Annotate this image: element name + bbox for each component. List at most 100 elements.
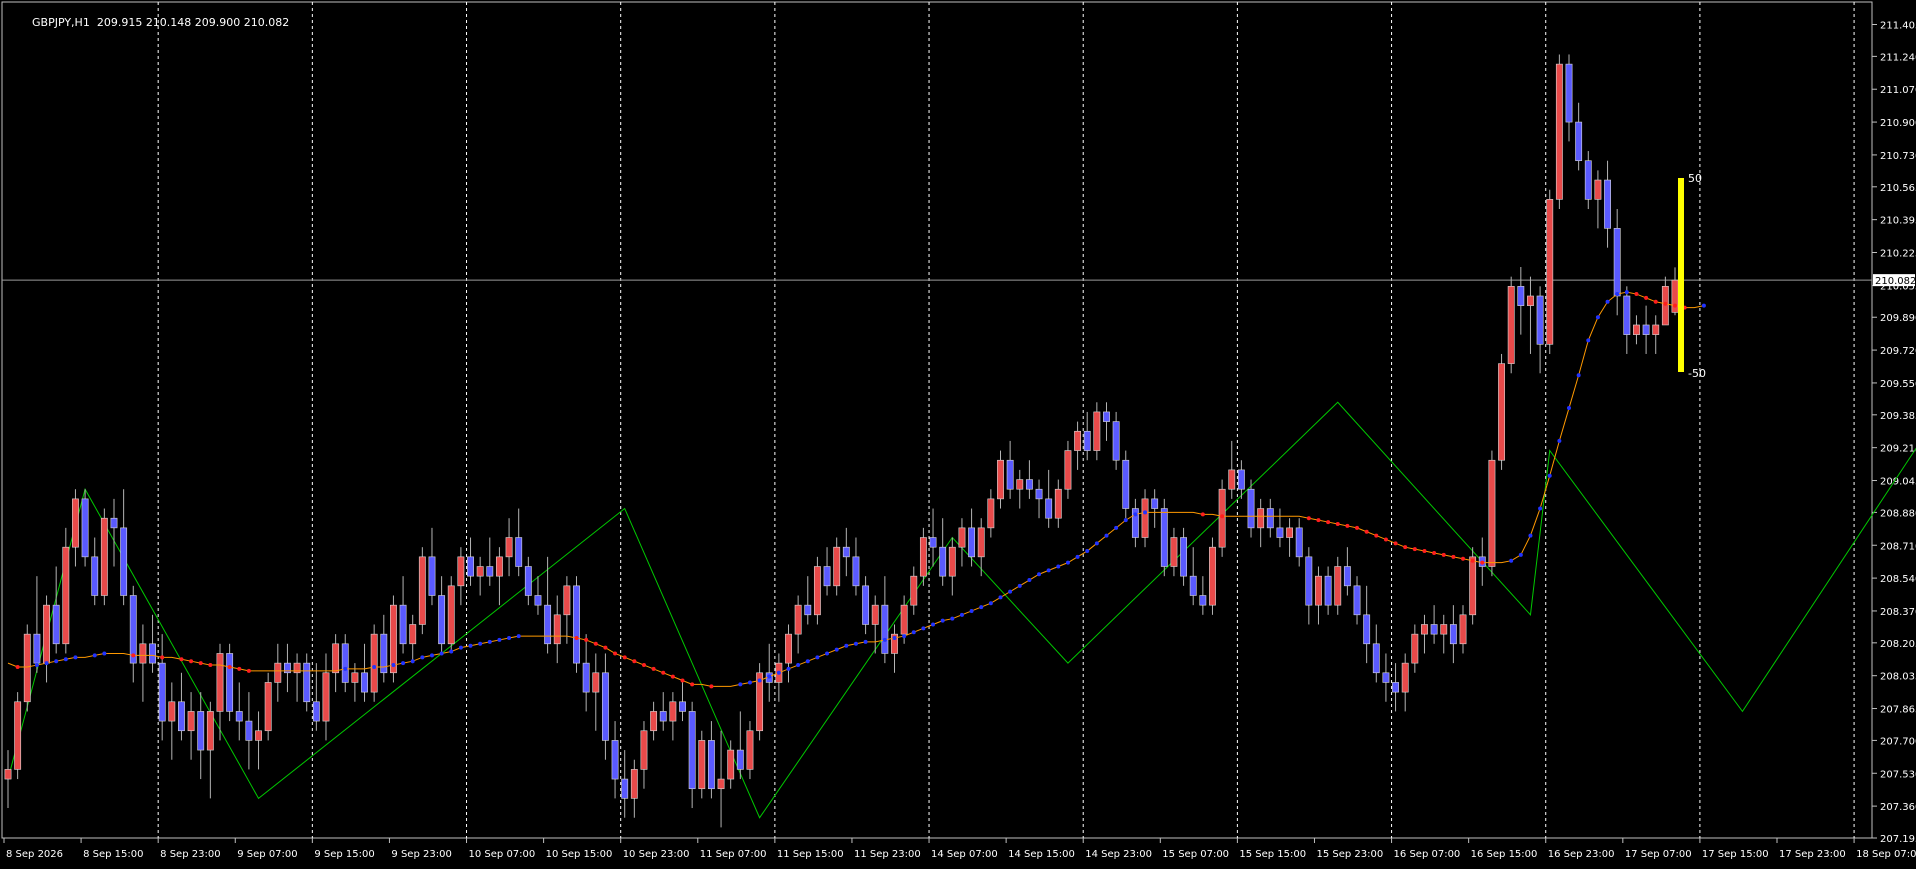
candle-body (1546, 199, 1554, 345)
candle (1266, 498, 1274, 538)
candle-body (1536, 295, 1544, 345)
y-tick-label: 208.540 (1880, 574, 1916, 585)
ma-down-marker (613, 651, 618, 656)
candle (1343, 547, 1351, 596)
candle (1661, 276, 1669, 326)
ma-up-marker (92, 653, 97, 658)
candle-body (1642, 324, 1650, 335)
y-tick-label: 210.225 (1880, 249, 1916, 260)
candle-body (4, 769, 12, 780)
candle (1199, 576, 1207, 615)
y-tick-label: 209.550 (1880, 379, 1916, 390)
candle (707, 721, 715, 799)
x-tick-label: 11 Sep 15:00 (777, 849, 844, 860)
ma-up-marker (429, 653, 434, 658)
candle-body (900, 604, 908, 635)
candle-body (611, 740, 619, 780)
candle (1604, 160, 1611, 248)
candle-body (341, 643, 349, 683)
ma-down-marker (1470, 558, 1475, 563)
candle-body (736, 749, 744, 770)
x-tick-label: 10 Sep 15:00 (546, 849, 613, 860)
x-tick-label: 17 Sep 07:00 (1625, 849, 1692, 860)
ma-down-marker (1326, 520, 1331, 525)
candle-body (1006, 459, 1014, 490)
ma-down-marker (227, 664, 232, 669)
candle (14, 692, 22, 780)
candle-body (178, 701, 185, 732)
candle-body (659, 711, 667, 722)
candle (1652, 315, 1660, 354)
candle-body (871, 604, 879, 625)
chart-window[interactable]: GBPJPY,H1 209.915 210.148 209.900 210.08… (0, 0, 1916, 865)
ma-up-marker (1085, 549, 1090, 554)
candle-body (235, 711, 243, 722)
ma-up-marker (1528, 533, 1533, 538)
ma-up-marker (1046, 568, 1051, 573)
candle-body (698, 740, 706, 790)
candle (862, 576, 870, 635)
candle (438, 576, 446, 654)
candle-body (129, 595, 137, 664)
candle-body (746, 730, 754, 770)
candle (1594, 170, 1602, 229)
candle-body (842, 546, 850, 558)
candle (1507, 276, 1515, 374)
x-tick-label: 15 Sep 23:00 (1316, 849, 1383, 860)
ma-up-marker (940, 618, 945, 623)
candle-body (929, 537, 937, 548)
candle (1488, 450, 1496, 577)
candle-body (881, 604, 889, 654)
x-tick-label: 16 Sep 23:00 (1548, 849, 1615, 860)
candle-body (958, 527, 966, 548)
day-separators (157, 2, 1855, 838)
candle (1642, 305, 1650, 354)
candle (1546, 189, 1554, 354)
candle-body (428, 556, 436, 596)
ma-down-marker (584, 637, 589, 642)
candle (1575, 102, 1583, 171)
candle (1623, 286, 1631, 354)
candle (129, 585, 137, 683)
candle (72, 489, 79, 567)
x-tick-label: 14 Sep 07:00 (931, 849, 998, 860)
candle-body (33, 633, 41, 664)
candle-body (72, 498, 79, 548)
candle (659, 692, 667, 731)
candle-body (390, 604, 397, 674)
candle-body (977, 527, 985, 558)
candle-body (23, 633, 31, 703)
candle (361, 643, 368, 702)
x-tick-label: 8 Sep 2026 (6, 849, 63, 860)
candle-body (1613, 228, 1621, 297)
candle-body (939, 546, 947, 577)
candle (341, 634, 349, 693)
candle (833, 537, 841, 596)
candle (226, 643, 234, 722)
candle (139, 624, 147, 702)
candle (1411, 624, 1419, 673)
candle-body (919, 537, 927, 577)
x-tick-label: 15 Sep 15:00 (1239, 849, 1306, 860)
candle (1160, 498, 1168, 577)
candle-body (100, 517, 108, 596)
candle-body (81, 498, 89, 558)
ma-down-marker (661, 670, 666, 675)
ma-down-marker (593, 641, 598, 646)
y-tick-label: 207.195 (1880, 834, 1916, 845)
candle (573, 576, 580, 673)
ma-down-marker (1673, 303, 1677, 308)
ma-down-marker (1480, 560, 1485, 565)
candle (1045, 469, 1053, 528)
x-tick-label: 8 Sep 23:00 (160, 849, 220, 860)
candle-body (1421, 624, 1428, 635)
ma-up-marker (1017, 583, 1022, 588)
candle-body (187, 711, 195, 732)
price-chart[interactable]: 211.405 211.240 211.070 210.900 210.730 210.5… (0, 0, 1916, 865)
candle (332, 634, 340, 693)
ma-up-marker (882, 637, 887, 642)
candle-body (1411, 633, 1419, 664)
candle-body (1565, 63, 1573, 123)
candle (197, 692, 205, 780)
candle (775, 653, 783, 702)
